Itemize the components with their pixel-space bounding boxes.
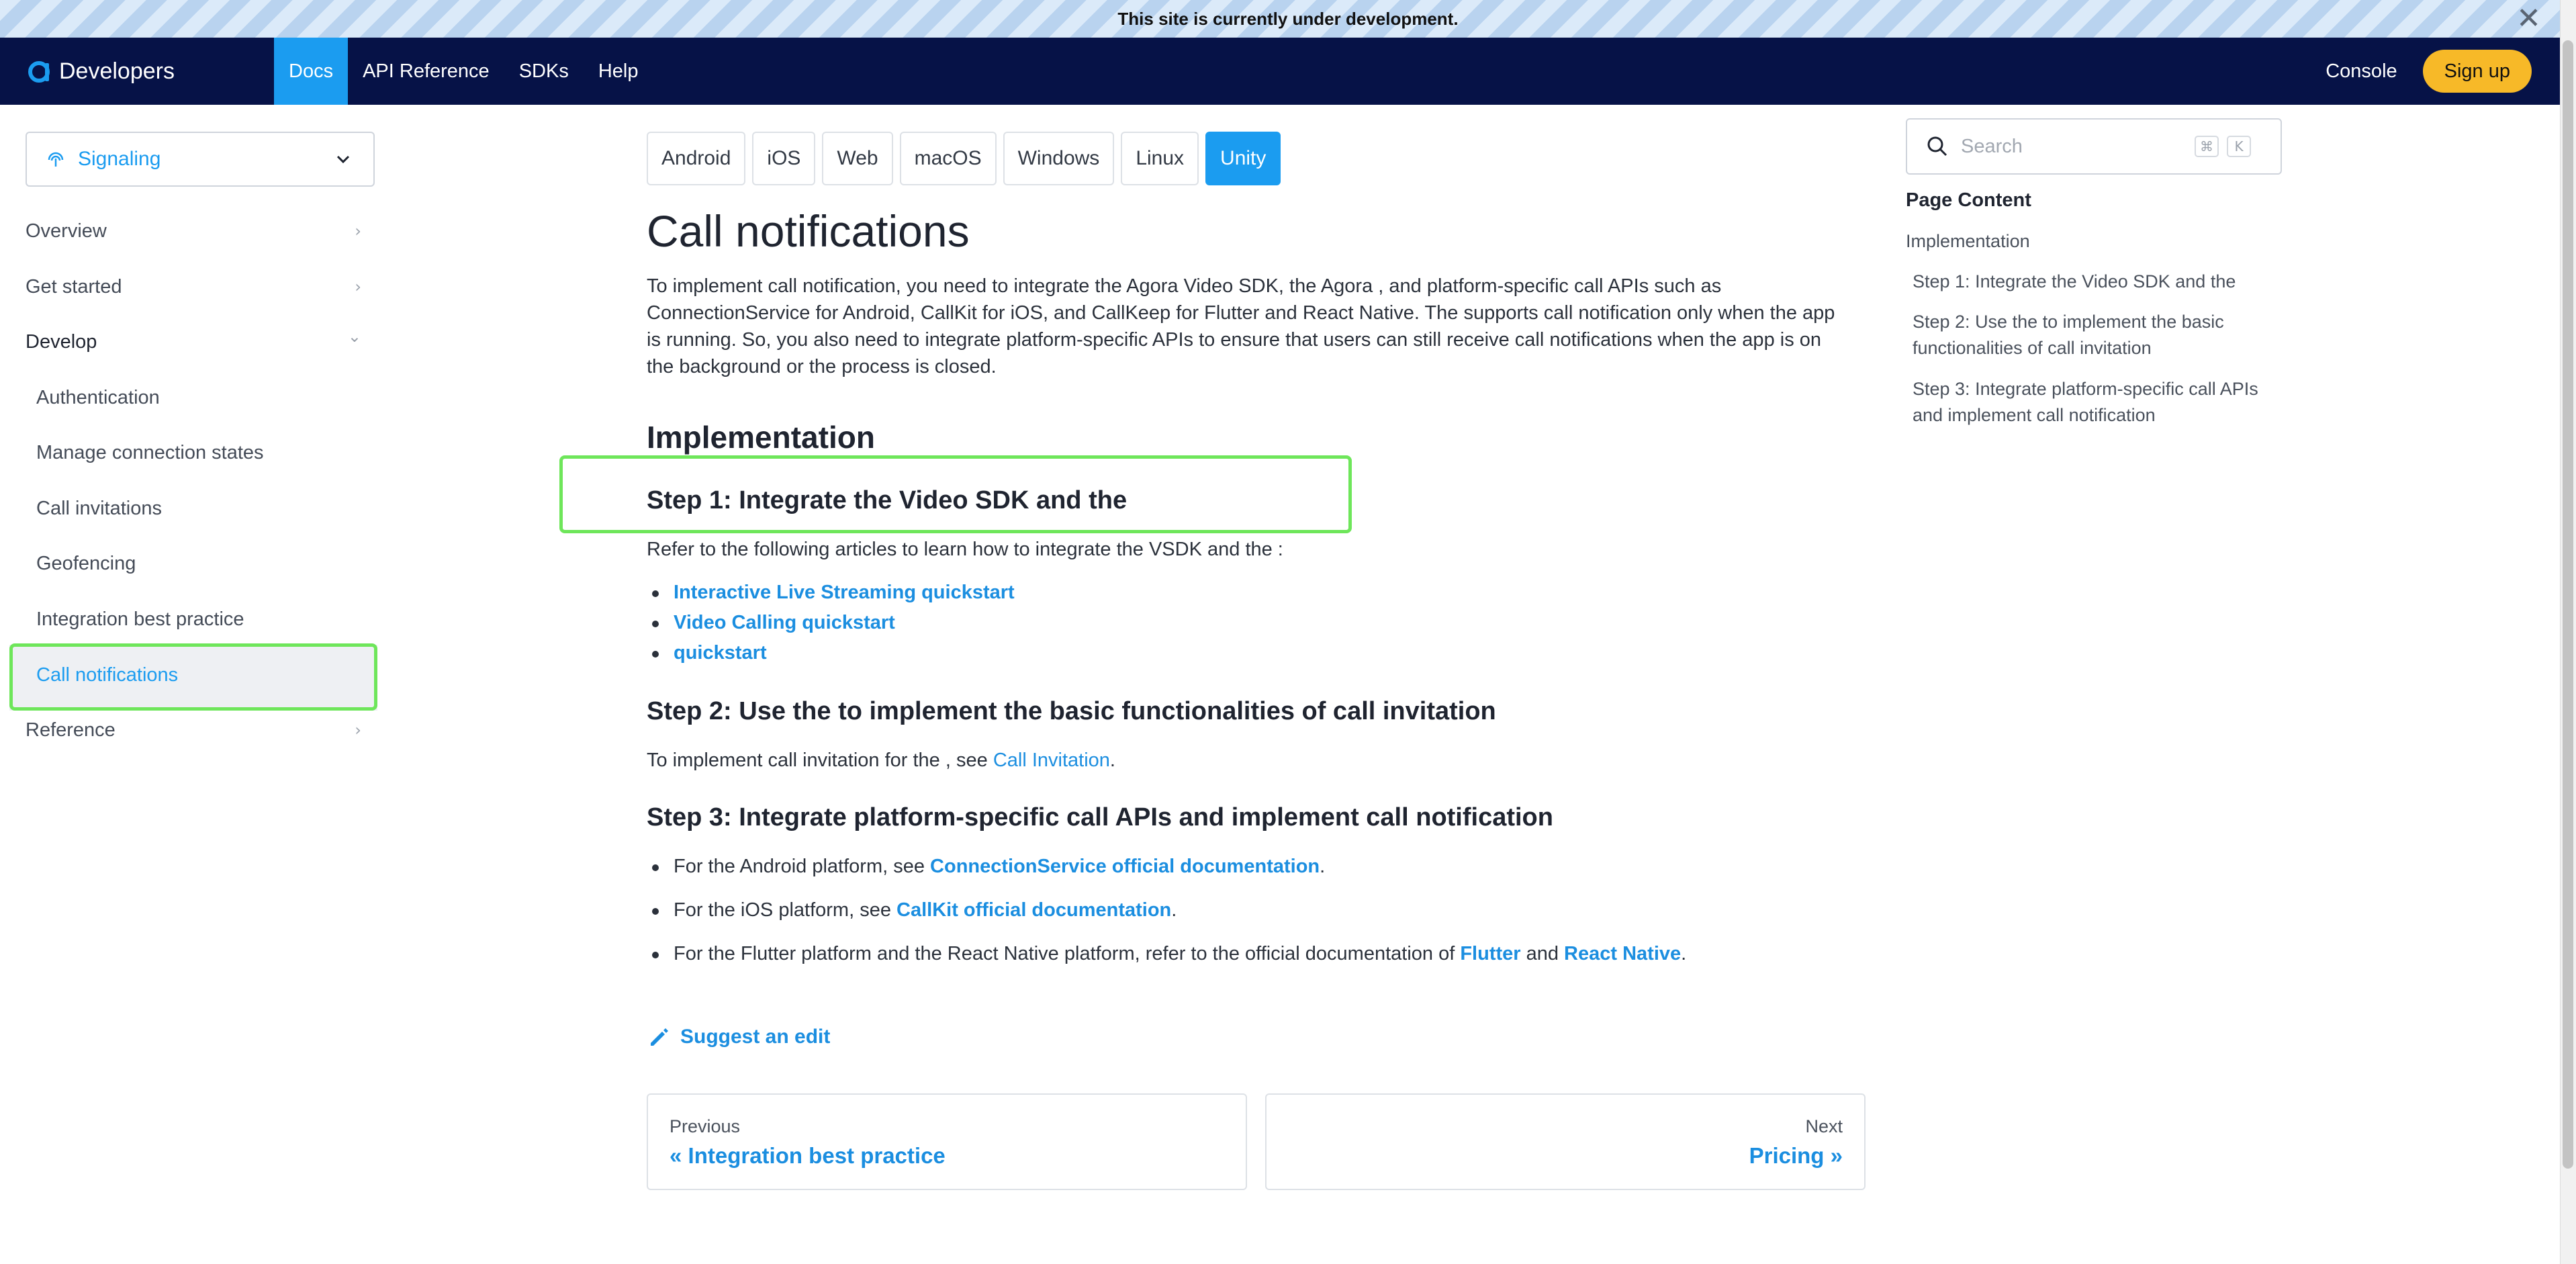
tab-unity[interactable]: Unity: [1205, 132, 1281, 185]
intro-line: is running. So, you also need to integra…: [647, 329, 1822, 351]
list-text: .: [1320, 856, 1326, 877]
nav-api-reference[interactable]: API Reference: [348, 38, 504, 105]
link-react-native[interactable]: React Native: [1564, 943, 1681, 964]
tab-android[interactable]: Android: [647, 132, 746, 185]
toc-item-step3[interactable]: Step 3: Integrate platform-specific call…: [1913, 376, 2282, 428]
chevron-right-icon: ›: [355, 721, 361, 739]
brand-link[interactable]: Developers: [26, 58, 274, 85]
k-key-icon: K: [2227, 136, 2251, 157]
command-key-icon: ⌘: [2195, 136, 2219, 157]
list-text: and: [1520, 943, 1565, 964]
pager-previous[interactable]: Previous « Integration best practice: [647, 1093, 1247, 1190]
brand-text: Developers: [59, 58, 175, 84]
sidebar-item-overview[interactable]: Overview ›: [26, 220, 361, 242]
search-input[interactable]: [1961, 135, 2182, 158]
pager-next-title: Pricing »: [1749, 1143, 1843, 1168]
suggest-edit-label: Suggest an edit: [680, 1026, 831, 1048]
intro-line: ConnectionService for Android, CallKit f…: [647, 302, 1835, 324]
sidebar-item-label: Get started: [26, 276, 122, 298]
intro-line: To implement call notification, you need…: [647, 275, 1722, 297]
step2-text: To implement call invitation for the , s…: [647, 750, 1115, 772]
toc-item-step2[interactable]: Step 2: Use the to implement the basic f…: [1913, 309, 2282, 361]
suggest-edit-link[interactable]: Suggest an edit: [647, 1025, 830, 1049]
sidebar-item-label: Overview: [26, 220, 107, 242]
tab-ios[interactable]: iOS: [752, 132, 816, 185]
highlight-box: [559, 455, 1352, 533]
chevron-right-icon: ›: [355, 277, 361, 296]
list-item: Video Calling quickstart: [652, 612, 895, 634]
signup-button[interactable]: Sign up: [2422, 50, 2532, 93]
tab-web[interactable]: Web: [822, 132, 893, 185]
list-text: For the iOS platform, see: [674, 899, 897, 921]
pencil-icon: [651, 1028, 668, 1046]
toc-item-implementation[interactable]: Implementation: [1906, 228, 2282, 255]
agora-logo-icon: [28, 61, 50, 83]
sidebar-item-authentication[interactable]: Authentication: [36, 387, 361, 409]
tab-macos[interactable]: macOS: [899, 132, 997, 185]
scrollbar-thumb[interactable]: [2563, 40, 2573, 1169]
sidebar-item-call-invitations[interactable]: Call invitations: [36, 498, 361, 520]
list-item: Interactive Live Streaming quickstart: [652, 582, 1015, 604]
pager-previous-label: Previous: [670, 1116, 741, 1136]
list-text: For the Flutter platform and the React N…: [674, 943, 1461, 964]
link-quickstart[interactable]: quickstart: [674, 642, 767, 664]
sidebar-item-get-started[interactable]: Get started ›: [26, 276, 361, 298]
toc-heading: Page Content: [1906, 189, 2031, 211]
tab-windows[interactable]: Windows: [1003, 132, 1115, 185]
platform-tabs: Android iOS Web macOS Windows Linux Unit…: [647, 132, 1287, 185]
list-text: For the Android platform, see: [674, 856, 931, 877]
intro-line: the background or the process is closed.: [647, 356, 997, 377]
page-title: Call notifications: [647, 206, 970, 256]
tab-linux[interactable]: Linux: [1121, 132, 1199, 185]
sidebar-item-geofencing[interactable]: Geofencing: [36, 553, 361, 575]
nav-sdks[interactable]: SDKs: [504, 38, 584, 105]
sidebar-item-integration-best-practice[interactable]: Integration best practice: [36, 608, 361, 631]
console-link[interactable]: Console: [2326, 60, 2397, 83]
list-item: quickstart: [652, 642, 767, 664]
nav-help[interactable]: Help: [584, 38, 653, 105]
signal-icon: [48, 152, 64, 167]
announcement-bar: This site is currently under development…: [0, 0, 2576, 38]
chevron-right-icon: ›: [355, 222, 361, 240]
link-connectionservice-docs[interactable]: ConnectionService official documentation: [930, 856, 1320, 877]
sidebar-item-reference[interactable]: Reference ›: [26, 719, 361, 741]
chevron-down-icon: [336, 155, 350, 164]
top-navbar: Developers Docs API Reference SDKs Help …: [0, 38, 2560, 105]
list-item: For the iOS platform, see CallKit offici…: [651, 899, 1177, 921]
chevron-down-icon: ⌄: [347, 327, 361, 346]
intro-paragraph: To implement call notification, you need…: [647, 273, 1866, 380]
step2-heading: Step 2: Use the to implement the basic f…: [647, 697, 1496, 725]
link-callkit-docs[interactable]: CallKit official documentation: [896, 899, 1171, 921]
nav-docs[interactable]: Docs: [274, 38, 349, 105]
toc-item-step1[interactable]: Step 1: Integrate the Video SDK and the: [1913, 269, 2289, 295]
step2-text-pre: To implement call invitation for the , s…: [647, 750, 993, 771]
pager-previous-title: « Integration best practice: [670, 1143, 946, 1168]
list-text: .: [1171, 899, 1177, 921]
product-select-label: Signaling: [78, 148, 161, 170]
search-box[interactable]: ⌘ K: [1906, 118, 2282, 175]
sidebar-item-label: Develop: [26, 331, 97, 353]
step3-heading: Step 3: Integrate platform-specific call…: [647, 803, 1553, 831]
close-icon[interactable]: ✕: [2516, 3, 2541, 35]
link-video-calling-quickstart[interactable]: Video Calling quickstart: [674, 612, 895, 633]
announcement-text: This site is currently under development…: [1117, 8, 1459, 29]
pager-next[interactable]: Next Pricing »: [1265, 1093, 1866, 1190]
pager-next-label: Next: [1805, 1116, 1843, 1136]
list-text: .: [1681, 943, 1687, 964]
step1-text: Refer to the following articles to learn…: [647, 539, 1283, 560]
link-call-invitation[interactable]: Call Invitation: [993, 750, 1110, 771]
link-live-streaming-quickstart[interactable]: Interactive Live Streaming quickstart: [674, 582, 1015, 603]
sidebar-item-develop[interactable]: Develop ⌄: [26, 327, 361, 353]
highlight-box: [9, 643, 377, 711]
step2-text-post: .: [1109, 750, 1115, 771]
list-item: For the Android platform, see Connection…: [651, 856, 1326, 878]
list-item: For the Flutter platform and the React N…: [651, 943, 1687, 965]
sidebar-item-label: Reference: [26, 719, 116, 741]
sidebar-item-manage-connection-states[interactable]: Manage connection states: [36, 442, 361, 464]
search-icon: [1927, 136, 1947, 156]
product-select[interactable]: Signaling: [26, 132, 375, 187]
link-flutter[interactable]: Flutter: [1460, 943, 1520, 964]
implementation-heading: Implementation: [647, 420, 875, 455]
